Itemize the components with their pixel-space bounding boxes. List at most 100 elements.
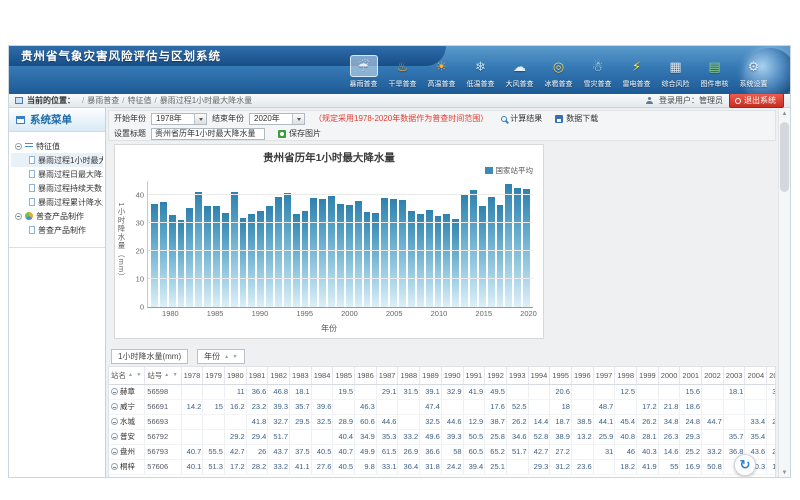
chart-legend[interactable]: 国家站平均 <box>485 165 534 176</box>
year-header-1986[interactable]: 1986 <box>355 367 377 384</box>
year-header-2002[interactable]: 2002 <box>702 367 724 384</box>
year-header-1987[interactable]: 1987 <box>376 367 398 384</box>
year-header-1984[interactable]: 1984 <box>311 367 333 384</box>
calculate-button[interactable]: 计算结果 <box>501 113 542 124</box>
expand-toggle-icon[interactable] <box>15 143 22 150</box>
year-header-1995[interactable]: 1995 <box>550 367 572 384</box>
nav-item-map-review[interactable]: ▤图件审核 <box>695 55 734 89</box>
breadcrumb-segment[interactable]: 特征值 <box>127 96 151 105</box>
year-header-2001[interactable]: 2001 <box>680 367 702 384</box>
sidebar-group-普查产品制作[interactable]: 普查产品制作 <box>11 209 103 223</box>
value-cell: 41.1 <box>290 459 312 474</box>
row-expand-icon[interactable] <box>111 388 118 395</box>
nav-item-comprehensive-risk[interactable]: ▦综合风险 <box>656 55 695 89</box>
year-column-field[interactable]: 年份 ▲ ▼ <box>197 349 245 364</box>
year-header-2003[interactable]: 2003 <box>723 367 745 384</box>
data-table-container: 站名▲ ▼站号▲ ▼197819791980198119821983198419… <box>108 366 776 478</box>
scroll-down-icon[interactable]: ▼ <box>779 467 790 478</box>
bar-2019 <box>514 188 521 307</box>
value-cell: 37.5 <box>290 444 312 459</box>
station-id-header[interactable]: 站号▲ ▼ <box>145 367 181 384</box>
year-header-1982[interactable]: 1982 <box>268 367 290 384</box>
value-cell <box>333 399 355 414</box>
nav-item-high-temp-survey[interactable]: ☀高温普查 <box>422 55 461 89</box>
value-cell <box>290 429 312 444</box>
measure-field[interactable]: 1小时降水量(mm) <box>111 349 188 364</box>
year-header-1980[interactable]: 1980 <box>224 367 246 384</box>
year-header-1979[interactable]: 1979 <box>203 367 225 384</box>
nav-item-label: 冰雹普查 <box>539 79 578 89</box>
sort-arrows-icon[interactable]: ▲ ▼ <box>164 372 178 378</box>
logged-in-user: 登录用户：管理员 <box>659 95 723 106</box>
row-expand-icon[interactable] <box>111 433 118 440</box>
value-cell: 50.8 <box>702 459 724 474</box>
scroll-up-icon[interactable]: ▲ <box>779 108 790 120</box>
nav-item-drought-survey[interactable]: ♨干旱普查 <box>383 55 422 89</box>
year-header-2005[interactable]: 2005 <box>767 367 776 384</box>
sidebar-item[interactable]: 暴雨过程1小时最大降水量 <box>11 153 103 167</box>
year-header-1983[interactable]: 1983 <box>290 367 312 384</box>
value-cell: 26 <box>246 444 268 459</box>
nav-item-lightning-survey[interactable]: ⚡雷电普查 <box>617 55 656 89</box>
chart-title-input[interactable] <box>151 128 265 140</box>
bar-2009 <box>426 210 433 307</box>
year-header-1990[interactable]: 1990 <box>441 367 463 384</box>
table-row-赫章: 赫章565981136.646.818.119.529.131.539.132.… <box>109 384 776 399</box>
sidebar-item[interactable]: 暴雨过程日最大降水量 <box>11 167 103 181</box>
year-header-1989[interactable]: 1989 <box>420 367 442 384</box>
bar-2002 <box>364 212 371 307</box>
bar-2018 <box>505 184 512 307</box>
nav-item-rainstorm-survey[interactable]: ☔暴雨普查 <box>344 55 383 89</box>
value-cell <box>376 399 398 414</box>
start-year-select[interactable]: 1978年 <box>151 113 207 125</box>
year-header-2000[interactable]: 2000 <box>658 367 680 384</box>
download-button[interactable]: 数据下载 <box>555 113 598 124</box>
value-cell: 44.6 <box>441 414 463 429</box>
low-temp-survey-icon: ❄ <box>475 60 486 73</box>
sidebar-item[interactable]: 暴雨过程累计降水量 <box>11 195 103 209</box>
year-header-1996[interactable]: 1996 <box>571 367 593 384</box>
nav-item-low-temp-survey[interactable]: ❄低温普查 <box>461 55 500 89</box>
row-expand-icon[interactable] <box>111 448 118 455</box>
row-expand-icon[interactable] <box>111 463 118 470</box>
save-image-button[interactable]: 保存图片 <box>278 128 321 139</box>
value-cell: 55 <box>658 459 680 474</box>
year-header-1992[interactable]: 1992 <box>485 367 507 384</box>
sidebar-item[interactable]: 暴雨过程持续天数 <box>11 181 103 195</box>
value-cell: 33.2 <box>398 429 420 444</box>
sidebar-item[interactable]: 普查产品制作 <box>11 223 103 237</box>
station-name-header[interactable]: 站名▲ ▼ <box>109 367 145 384</box>
breadcrumb-segment[interactable]: 暴雨过程1小时最大降水量 <box>160 96 252 105</box>
row-expand-icon[interactable] <box>111 403 118 410</box>
nav-item-hail-survey[interactable]: ◎冰雹普查 <box>539 55 578 89</box>
value-cell <box>615 399 637 414</box>
map-review-icon-box: ▤ <box>701 55 729 77</box>
year-header-2004[interactable]: 2004 <box>745 367 767 384</box>
logout-button[interactable]: 退出系统 <box>729 93 784 108</box>
nav-item-wind-survey[interactable]: ☁大风普查 <box>500 55 539 89</box>
year-header-1981[interactable]: 1981 <box>246 367 268 384</box>
nav-item-system-settings[interactable]: ⚙系统设置 <box>734 55 773 89</box>
year-header-1993[interactable]: 1993 <box>506 367 528 384</box>
row-expand-icon[interactable] <box>111 418 118 425</box>
year-header-1978[interactable]: 1978 <box>181 367 203 384</box>
year-header-1985[interactable]: 1985 <box>333 367 355 384</box>
year-header-1998[interactable]: 1998 <box>615 367 637 384</box>
expand-toggle-icon[interactable] <box>15 213 22 220</box>
year-header-1994[interactable]: 1994 <box>528 367 550 384</box>
pivot-controls: 1小时降水量(mm) 年份 ▲ ▼ <box>111 349 245 364</box>
station-id-cell: 57606 <box>145 459 181 474</box>
nav-item-snow-survey[interactable]: ☃雪灾普查 <box>578 55 617 89</box>
value-cell: 52.8 <box>528 429 550 444</box>
year-header-1991[interactable]: 1991 <box>463 367 485 384</box>
vertical-scrollbar[interactable]: ▲ ▼ <box>778 108 790 478</box>
floating-action-button[interactable]: ↻ <box>734 454 756 476</box>
sidebar-group-特征值[interactable]: 特征值 <box>11 139 103 153</box>
end-year-select[interactable]: 2020年 <box>249 113 305 125</box>
scrollbar-thumb[interactable] <box>780 122 789 192</box>
year-header-1988[interactable]: 1988 <box>398 367 420 384</box>
sort-arrows-icon[interactable]: ▲ ▼ <box>128 372 142 378</box>
year-header-1999[interactable]: 1999 <box>637 367 659 384</box>
breadcrumb-segment[interactable]: 暴雨普查 <box>87 96 119 105</box>
year-header-1997[interactable]: 1997 <box>593 367 615 384</box>
